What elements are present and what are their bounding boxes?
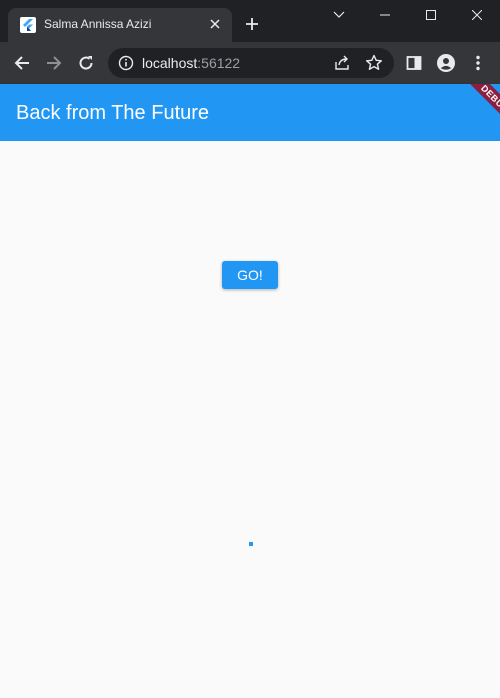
- go-button[interactable]: GO!: [222, 261, 278, 289]
- side-panel-icon[interactable]: [404, 53, 424, 73]
- plus-icon[interactable]: [242, 14, 262, 34]
- share-icon[interactable]: [332, 53, 352, 73]
- flutter-icon: [20, 17, 36, 33]
- star-icon[interactable]: [364, 53, 384, 73]
- close-icon[interactable]: [206, 15, 224, 33]
- app-bar: Back from The Future: [0, 84, 500, 141]
- chevron-down-icon[interactable]: [316, 0, 362, 30]
- kebab-menu-icon[interactable]: [468, 53, 488, 73]
- url-text: localhost:56122: [142, 55, 240, 71]
- browser-titlebar: Salma Annissa Azizi: [0, 0, 500, 42]
- window-close-icon[interactable]: [454, 0, 500, 30]
- profile-icon[interactable]: [436, 53, 456, 73]
- browser-tab[interactable]: Salma Annissa Azizi: [8, 8, 232, 42]
- browser-toolbar: localhost:56122: [0, 42, 500, 84]
- info-icon[interactable]: [118, 55, 134, 71]
- maximize-icon[interactable]: [408, 0, 454, 30]
- arrow-right-icon[interactable]: [44, 53, 64, 73]
- address-bar[interactable]: localhost:56122: [108, 48, 394, 78]
- arrow-left-icon[interactable]: [12, 53, 32, 73]
- tab-title: Salma Annissa Azizi: [44, 17, 152, 31]
- page-title: Back from The Future: [16, 102, 210, 124]
- url-host: localhost: [142, 55, 198, 71]
- loading-indicator: [249, 542, 253, 546]
- reload-icon[interactable]: [76, 53, 96, 73]
- minimize-icon[interactable]: [362, 0, 408, 30]
- app-body: GO!: [0, 141, 500, 698]
- url-port: :56122: [197, 55, 241, 71]
